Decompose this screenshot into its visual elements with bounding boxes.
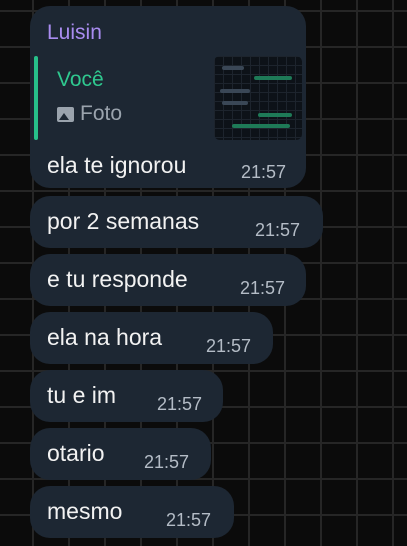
thumb-bubble (258, 113, 292, 117)
message-bubble[interactable]: tu e im 21:57 (30, 370, 223, 422)
photo-icon (57, 106, 74, 122)
message-time: 21:57 (240, 278, 286, 298)
message-bubble[interactable]: e tu responde 21:57 (30, 254, 306, 306)
message-bubble[interactable]: otario 21:57 (30, 428, 211, 480)
message-time: 21:57 (206, 336, 252, 356)
message-time: 21:57 (157, 394, 203, 414)
message-bubble[interactable]: Luisin Você Foto ela te ignorou 21:57 (30, 6, 306, 188)
message-text: tu e im (47, 382, 117, 408)
sender-name[interactable]: Luisin (47, 21, 102, 45)
thumb-bubble (222, 101, 248, 105)
message-text: mesmo (47, 498, 123, 524)
reply-photo-thumbnail (214, 56, 302, 140)
thumb-bubble (232, 124, 290, 128)
message-text: ela na hora (47, 324, 163, 350)
thumb-bubble (254, 76, 292, 80)
message-text: ela te ignorou (47, 152, 187, 178)
message-text: otario (47, 440, 105, 466)
message-time: 21:57 (166, 510, 212, 530)
reply-kind-text: Foto (80, 102, 123, 125)
message-bubble[interactable]: ela na hora 21:57 (30, 312, 273, 364)
message-bubble[interactable]: por 2 semanas 21:57 (30, 196, 323, 248)
message-time: 21:57 (241, 162, 287, 182)
message-text: e tu responde (47, 266, 188, 292)
reply-media-label: Foto (57, 102, 122, 126)
reply-author: Você (57, 68, 104, 91)
reply-preview[interactable]: Você Foto (34, 56, 302, 140)
message-text: por 2 semanas (47, 208, 200, 234)
reply-accent-bar (34, 56, 38, 140)
thumb-bubble (220, 89, 250, 93)
thumb-bubble (222, 66, 244, 70)
message-bubble[interactable]: mesmo 21:57 (30, 486, 234, 538)
chat-background: { "chat": { "sender_name": "Luisin", "re… (0, 0, 407, 546)
message-time: 21:57 (144, 452, 190, 472)
message-time: 21:57 (255, 220, 301, 240)
